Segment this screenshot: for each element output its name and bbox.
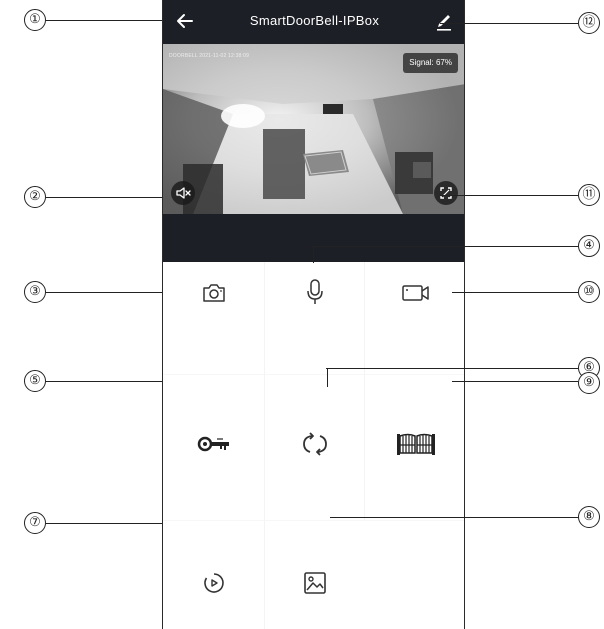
mute-button[interactable] (171, 181, 195, 205)
top-bar: SmartDoorBell-IPBox (163, 0, 464, 44)
camera-icon (202, 284, 225, 302)
callout-1: ① (24, 9, 46, 31)
switch-camera-button[interactable] (264, 375, 365, 521)
callout-12-line (440, 23, 578, 24)
callout-5-line (46, 381, 174, 382)
page-title: SmartDoorBell-IPBox (249, 13, 380, 28)
playback-icon (203, 573, 224, 593)
signal-badge: Signal: 67% (403, 53, 458, 73)
callout-4: ④ (578, 235, 600, 257)
video-record-icon (401, 285, 429, 301)
callout-4-line (312, 246, 578, 247)
callout-6-vline (327, 369, 328, 387)
callout-7-line (46, 523, 174, 524)
empty-cell (365, 521, 464, 629)
unlock-button[interactable] (163, 375, 264, 521)
callout-3-line (46, 292, 174, 293)
callout-4-vline (313, 247, 314, 263)
manual-diagram: ① ② ③ ⑤ ⑦ SmartDoorBell-IPBox DOORBELL 2… (0, 0, 604, 629)
microphone-icon (306, 279, 323, 304)
callout-12: ⑫ (578, 12, 600, 34)
edit-pencil-icon[interactable] (434, 10, 454, 32)
callout-5: ⑤ (24, 370, 46, 392)
talk-button[interactable] (264, 262, 365, 375)
snapshot-button[interactable] (163, 262, 264, 375)
phone-screen: SmartDoorBell-IPBox DOORBELL 2021-11-02 … (162, 0, 465, 629)
live-video-view[interactable]: DOORBELL 2021-11-02 12:38:09 Signal: 67% (163, 44, 464, 214)
speaker-muted-icon (176, 187, 191, 199)
callout-2-line (46, 197, 170, 198)
image-icon (304, 572, 326, 594)
callout-8-line (330, 517, 578, 518)
fullscreen-button[interactable] (434, 181, 458, 205)
callout-1-line (46, 20, 168, 21)
callout-10: ⑩ (578, 281, 600, 303)
fullscreen-icon (440, 187, 452, 199)
key-icon (197, 436, 229, 452)
callout-3: ③ (24, 281, 46, 303)
callout-8: ⑧ (578, 506, 600, 528)
album-button[interactable] (264, 521, 365, 629)
callout-11-line (440, 195, 578, 196)
control-grid (163, 262, 464, 629)
callout-10-line (452, 292, 578, 293)
camera-osd-text: DOORBELL 2021-11-02 12:38:09 (169, 53, 250, 59)
gate-button[interactable] (365, 375, 464, 521)
callout-9: ⑨ (578, 372, 600, 394)
record-button[interactable] (365, 262, 464, 375)
callout-9-line (452, 381, 578, 382)
rotate-icon (302, 432, 327, 456)
callout-6-line (326, 368, 578, 369)
callout-2: ② (24, 186, 46, 208)
callout-7: ⑦ (24, 512, 46, 534)
callout-11: ⑪ (578, 184, 600, 206)
control-header-bar (163, 214, 464, 262)
gate-icon (396, 433, 435, 455)
playback-button[interactable] (163, 521, 264, 629)
